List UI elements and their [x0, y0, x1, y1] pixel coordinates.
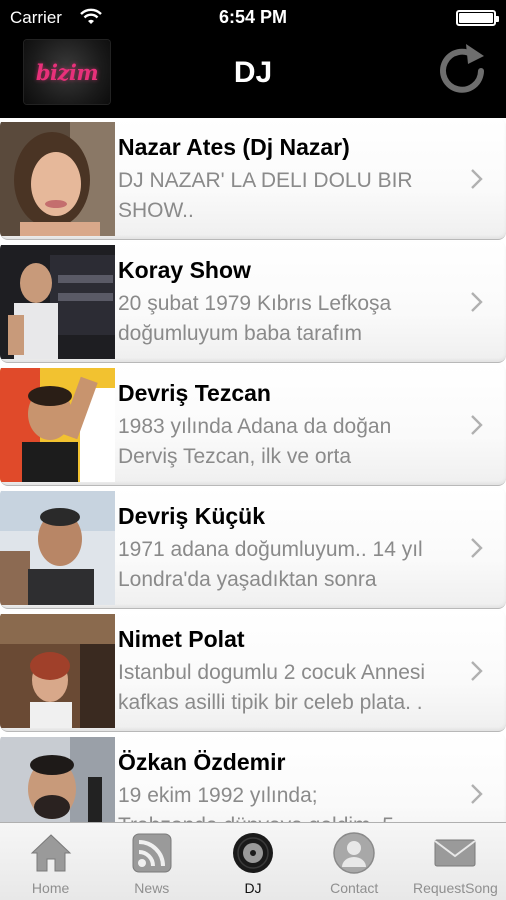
- dj-list[interactable]: Nazar Ates (Dj Nazar) DJ NAZAR' LA DELI …: [0, 118, 506, 823]
- tab-label: RequestSong: [412, 880, 498, 896]
- tab-home[interactable]: Home: [0, 823, 101, 900]
- dj-description: DJ NAZAR' LA DELI DOLU BIR SHOW..: [118, 169, 413, 222]
- refresh-button[interactable]: [432, 38, 492, 102]
- list-item[interactable]: Koray Show 20 şubat 1979 Kıbrıs Lefkoşa …: [0, 241, 506, 363]
- dj-name: Koray Show: [118, 257, 251, 283]
- dj-description: 1983 yılında Adana da doğan Derviş Tezca…: [118, 415, 392, 468]
- dj-photo: [0, 614, 115, 728]
- list-item[interactable]: Özkan Özdemir 19 ekim 1992 yılında; Trab…: [0, 733, 506, 823]
- status-time: 6:54 PM: [218, 7, 288, 27]
- tab-contact[interactable]: Contact: [304, 823, 405, 900]
- house-icon: [30, 834, 71, 872]
- battery-icon: [456, 10, 499, 26]
- tab-news[interactable]: News: [101, 823, 202, 900]
- dj-photo: [0, 245, 115, 359]
- dj-description: Istanbul dogumlu 2 cocuk Annesi kafkas a…: [118, 661, 426, 714]
- status-bar: Carrier 6:54 PM: [0, 0, 506, 36]
- tab-bar: Home News DJ Contact RequestSong: [0, 822, 506, 900]
- dj-name: Nimet Polat: [118, 626, 245, 652]
- chevron-right-icon: [471, 169, 483, 189]
- list-item[interactable]: Devriş Küçük 1971 adana doğumluyum.. 14 …: [0, 487, 506, 609]
- dj-name: Devriş Tezcan: [118, 380, 271, 406]
- list-item[interactable]: Devriş Tezcan 1983 yılında Adana da doğa…: [0, 364, 506, 486]
- record-icon: [233, 833, 273, 873]
- tab-label: Contact: [330, 880, 379, 896]
- list-item[interactable]: Nazar Ates (Dj Nazar) DJ NAZAR' LA DELI …: [0, 118, 506, 240]
- dj-description: 1971 adana doğumluyum.. 14 yıl Londra'da…: [118, 538, 423, 591]
- page-title: DJ: [233, 56, 273, 89]
- dj-name: Özkan Özdemir: [118, 749, 286, 775]
- dj-photo: [0, 122, 115, 236]
- dj-photo: [0, 737, 115, 823]
- rss-icon: [132, 833, 172, 873]
- tab-label: DJ: [244, 880, 262, 896]
- chevron-right-icon: [471, 538, 483, 558]
- dj-description: 20 şubat 1979 Kıbrıs Lefkoşa doğumluyum …: [118, 292, 392, 345]
- chevron-right-icon: [471, 784, 483, 804]
- dj-photo: [0, 491, 115, 605]
- chevron-right-icon: [471, 661, 483, 681]
- person-icon: [333, 832, 375, 874]
- dj-photo: [0, 368, 115, 482]
- tab-dj[interactable]: DJ: [202, 823, 303, 900]
- tab-label: News: [134, 880, 170, 896]
- envelope-icon: [434, 839, 477, 867]
- dj-name: Devriş Küçük: [118, 503, 266, 529]
- chevron-right-icon: [471, 415, 483, 435]
- list-item[interactable]: Nimet Polat Istanbul dogumlu 2 cocuk Ann…: [0, 610, 506, 732]
- navigation-bar: bizim DJ: [0, 36, 506, 116]
- dj-name: Nazar Ates (Dj Nazar): [118, 134, 350, 160]
- tab-label: Home: [31, 880, 70, 896]
- chevron-right-icon: [471, 292, 483, 312]
- dj-description: 19 ekim 1992 yılında; Trabzonda dünyaya …: [118, 784, 394, 823]
- tab-requestsong[interactable]: RequestSong: [405, 823, 506, 900]
